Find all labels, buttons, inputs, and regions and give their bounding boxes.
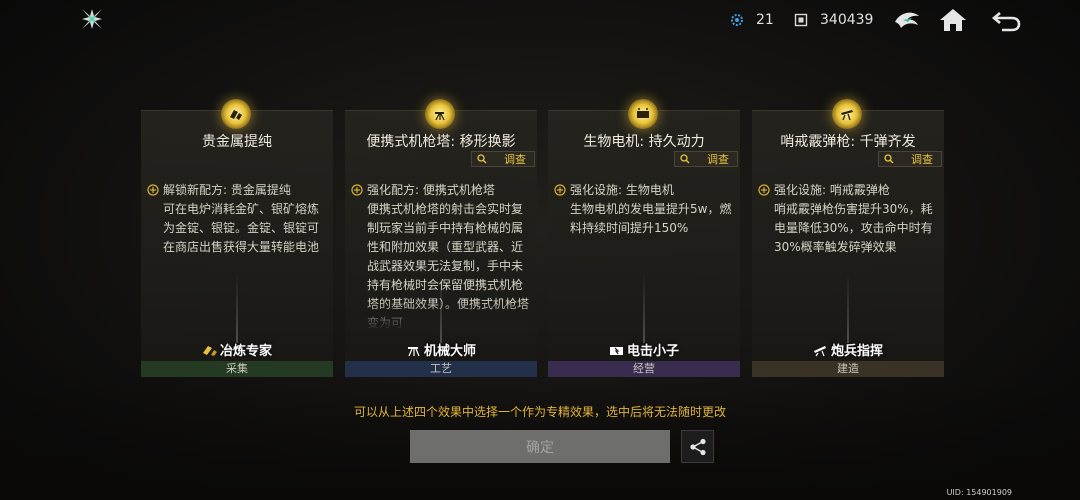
home-icon[interactable] [938,6,968,34]
stat-chips-value: 340439 [820,12,874,28]
plus-circle-icon [351,184,363,196]
card-description-text: 解锁新配方: 贵金属提纯 可在电炉消耗金矿、银矿熔炼为金锭、银锭。金锭、银锭可在… [163,183,320,254]
generator-icon [637,108,649,118]
card-emblem [425,99,455,129]
plus-circle-icon [554,184,566,196]
starburst-logo-icon[interactable] [80,7,104,31]
card-title: 便携式机枪塔: 移形换影 [366,134,516,150]
magnifier-icon [680,154,690,164]
category-bar: 经营 [548,361,740,377]
inspect-label: 调查 [911,153,933,166]
effect-card-2[interactable]: 便携式机枪塔: 移形换影 调查 强化配方: 便携式机枪塔 便携式机枪塔的射击会实… [345,99,537,377]
category-bar: 采集 [141,361,333,377]
smelter-role-icon [202,346,217,356]
blue-gear-icon [731,14,743,26]
shotgun-turret-icon [841,110,853,121]
effect-card-4[interactable]: 哨戒霰弹枪: 千弹齐发 调查 强化设施: 哨戒霰弹枪 哨戒霰弹枪伤害提升30%，… [752,99,944,377]
share-button[interactable] [681,430,714,463]
magnifier-icon [477,154,487,164]
role-name: 冶炼专家 [141,340,333,359]
artillery-role-icon [813,346,826,357]
role-name: 电击小子 [548,340,740,359]
electrician-role-icon [609,347,623,355]
gold-bars-icon [230,110,242,120]
light-beam [236,273,238,343]
card-title: 生物电机: 持久动力 [583,134,705,150]
back-icon[interactable] [990,6,1022,34]
magnifier-icon [884,154,894,164]
role-name: 机械大师 [345,340,537,359]
card-description-text: 强化设施: 生物电机 生物电机的发电量提升5w，燃料持续时间提升150% [570,183,732,235]
stat-energy: 21 [730,10,774,30]
light-beam [440,273,442,343]
confirm-button[interactable]: 确定 [410,430,670,463]
category-bar: 建造 [752,361,944,377]
inspect-label: 调查 [707,153,729,166]
card-emblem [628,99,658,129]
inspect-button[interactable]: 调查 [471,151,535,167]
mechanic-role-icon [407,347,420,357]
card-emblem [832,99,862,129]
category-bar: 工艺 [345,361,537,377]
card-title: 贵金属提纯 [202,134,272,150]
inspect-button[interactable]: 调查 [878,151,942,167]
stat-energy-value: 21 [756,12,774,28]
chip-icon [794,13,808,27]
plus-circle-icon [147,184,159,196]
role-name: 炮兵指挥 [752,340,944,359]
inspect-button[interactable]: 调查 [674,151,738,167]
inspect-label: 调查 [504,153,526,166]
card-emblem [221,99,251,129]
selection-notice: 可以从上述四个效果中选择一个作为专精效果，选中后将无法随时更改 [353,405,726,419]
plus-circle-icon [758,184,770,196]
hawk-emblem-icon[interactable] [892,6,922,34]
share-icon [690,438,706,456]
card-description-text: 强化设施: 哨戒霰弹枪 哨戒霰弹枪伤害提升30%，耗电量降低30%，攻击命中时有… [774,183,933,254]
stat-chips: 340439 [794,10,873,30]
turret-icon [435,112,445,121]
effect-card-3[interactable]: 生物电机: 持久动力 调查 强化设施: 生物电机 生物电机的发电量提升5w，燃料… [548,99,740,377]
effect-card-1[interactable]: 贵金属提纯 解锁新配方: 贵金属提纯 可在电炉消耗金矿、银矿熔炼为金锭、银锭。金… [141,99,333,377]
user-id: UID: 154901909 [946,488,1012,497]
card-title: 哨戒霰弹枪: 千弹齐发 [780,134,916,150]
light-beam [643,273,645,343]
light-beam [847,273,849,343]
